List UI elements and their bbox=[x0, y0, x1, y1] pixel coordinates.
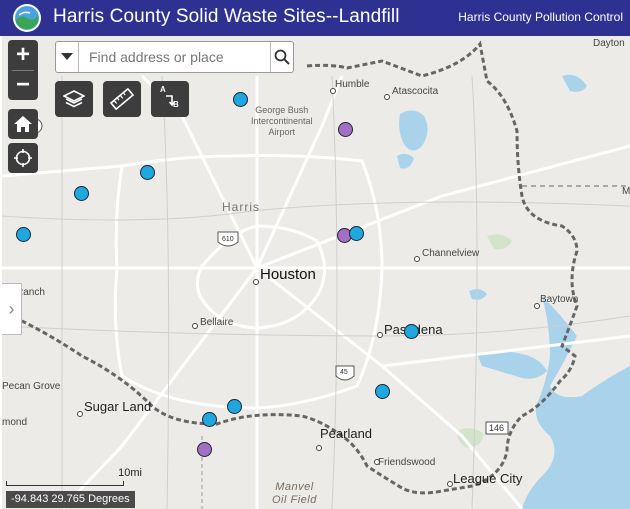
map-label-bellaire: Bellaire bbox=[200, 317, 234, 328]
landfill-site-marker[interactable] bbox=[197, 442, 212, 457]
shield-label-146: 146 bbox=[489, 423, 505, 433]
map-label-airport: George Bush Intercontinental Airport bbox=[251, 105, 313, 137]
layers-button[interactable] bbox=[55, 81, 93, 117]
organization-name: Harris County Pollution Control bbox=[458, 10, 623, 24]
scale-label: 10mi bbox=[118, 467, 142, 479]
landfill-site-marker[interactable] bbox=[227, 399, 242, 414]
ruler-icon bbox=[110, 88, 134, 110]
map-label-manvel-oil-field: Manvel Oil Field bbox=[272, 481, 317, 506]
map-label-edge-m: M bbox=[622, 186, 630, 197]
search-widget bbox=[55, 41, 294, 73]
shield-label-45: 45 bbox=[340, 369, 348, 376]
landfill-site-marker[interactable] bbox=[404, 324, 419, 339]
layers-icon bbox=[63, 90, 85, 108]
zoom-in-button[interactable]: + bbox=[8, 40, 38, 70]
app-header: Harris County Solid Waste Sites--Landfil… bbox=[0, 0, 630, 36]
map-label-pecan-grove: Pecan Grove bbox=[2, 381, 61, 392]
side-panel-toggle-button[interactable]: › bbox=[2, 283, 22, 335]
search-input[interactable] bbox=[79, 42, 270, 72]
map-label-channelview: Channelview bbox=[422, 248, 480, 259]
map-label-league-city: League City bbox=[453, 471, 523, 486]
zoom-out-button[interactable]: − bbox=[8, 71, 38, 101]
home-button[interactable] bbox=[8, 109, 38, 139]
home-icon bbox=[14, 116, 32, 132]
directions-button[interactable]: A B bbox=[151, 81, 189, 117]
landfill-site-marker[interactable] bbox=[74, 186, 89, 201]
scale-bar: 10mi bbox=[6, 467, 142, 486]
map-label-friendswood: Friendswood bbox=[378, 457, 436, 468]
search-source-dropdown[interactable] bbox=[56, 42, 79, 72]
shield-label-610: 610 bbox=[222, 236, 234, 243]
map-label-houston: Houston bbox=[260, 266, 316, 283]
map-view[interactable]: Dayton Humble Atascocita George Bush Int… bbox=[2, 36, 630, 509]
map-label-mond: mond bbox=[2, 417, 28, 428]
landfill-site-marker[interactable] bbox=[375, 384, 390, 399]
chevron-right-icon: › bbox=[8, 298, 15, 319]
scale-line bbox=[6, 481, 124, 486]
coordinate-readout: -94.843 29.765 Degrees bbox=[6, 491, 135, 508]
locate-button[interactable] bbox=[8, 143, 38, 173]
zoom-control: + − bbox=[8, 40, 38, 100]
locate-icon bbox=[14, 149, 32, 167]
measure-button[interactable] bbox=[103, 81, 141, 117]
map-label-humble: Humble bbox=[335, 79, 370, 90]
landfill-site-marker[interactable] bbox=[16, 227, 31, 242]
search-button[interactable] bbox=[270, 42, 293, 72]
app-title: Harris County Solid Waste Sites--Landfil… bbox=[53, 6, 400, 27]
map-label-dayton: Dayton bbox=[593, 38, 625, 49]
landfill-site-marker[interactable] bbox=[338, 122, 353, 137]
map-label-sugar-land: Sugar Land bbox=[84, 399, 152, 414]
landfill-site-marker[interactable] bbox=[349, 226, 364, 241]
map-label-atascocita: Atascocita bbox=[392, 86, 439, 97]
map-label-harris: Harris bbox=[222, 200, 260, 214]
landfill-site-marker[interactable] bbox=[202, 412, 217, 427]
map-label-pearland: Pearland bbox=[320, 426, 373, 441]
basemap bbox=[2, 40, 630, 509]
landfill-site-marker[interactable] bbox=[140, 165, 155, 180]
directions-label-b: B bbox=[173, 100, 179, 109]
landfill-site-marker[interactable] bbox=[233, 92, 248, 107]
search-icon bbox=[274, 49, 290, 65]
county-logo-icon bbox=[13, 4, 41, 32]
directions-label-a: A bbox=[160, 85, 166, 94]
map-label-baytown: Baytown bbox=[540, 294, 579, 305]
caret-down-icon bbox=[61, 53, 73, 60]
